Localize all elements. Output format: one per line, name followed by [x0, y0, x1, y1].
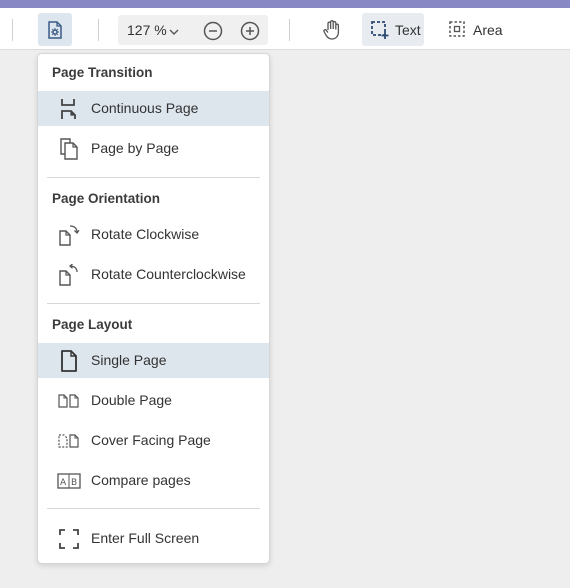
toolbar-divider	[289, 19, 290, 41]
view-settings-menu: Page Transition Continuous Page Page by …	[37, 53, 270, 564]
menu-item-label: Double Page	[91, 392, 172, 408]
svg-text:A: A	[60, 478, 67, 488]
zoom-in-button[interactable]	[240, 21, 260, 41]
menu-item-page-by-page[interactable]: Page by Page	[38, 131, 269, 166]
menu-item-label: Compare pages	[91, 472, 191, 488]
menu-item-label: Continuous Page	[91, 100, 199, 116]
menu-item-label: Single Page	[91, 352, 167, 368]
menu-item-label: Page by Page	[91, 140, 179, 156]
top-accent-bar	[0, 0, 570, 8]
zoom-in-icon	[240, 21, 260, 41]
menu-item-double-page[interactable]: Double Page	[38, 383, 269, 418]
toolbar-divider	[98, 19, 99, 41]
svg-text:B: B	[71, 478, 77, 488]
toolbar-divider	[12, 19, 13, 41]
menu-divider	[47, 177, 260, 178]
double-page-icon	[57, 389, 81, 413]
zoom-out-button[interactable]	[203, 21, 223, 41]
compare-pages-icon: A B	[57, 469, 81, 493]
pan-tool-button[interactable]	[319, 17, 345, 43]
menu-divider	[47, 303, 260, 304]
hand-icon	[321, 19, 343, 41]
continuous-page-icon	[57, 97, 81, 121]
toolbar: 127 % Text Area	[0, 8, 570, 50]
area-select-button[interactable]: Area	[440, 13, 504, 46]
area-select-icon	[448, 20, 468, 40]
menu-item-cover-facing-page[interactable]: Cover Facing Page	[38, 423, 269, 458]
section-header-page-layout: Page Layout	[52, 317, 133, 332]
rotate-counterclockwise-icon	[57, 263, 81, 287]
cover-facing-page-icon	[57, 429, 81, 453]
menu-item-label: Cover Facing Page	[91, 432, 211, 448]
section-header-page-transition: Page Transition	[52, 65, 153, 80]
text-select-label: Text	[395, 21, 421, 38]
zoom-value: 127 %	[127, 22, 167, 38]
menu-item-rotate-clockwise[interactable]: Rotate Clockwise	[38, 217, 269, 252]
area-select-label: Area	[473, 21, 503, 38]
menu-item-continuous-page[interactable]: Continuous Page	[38, 91, 269, 126]
menu-divider	[47, 508, 260, 509]
menu-item-label: Rotate Counterclockwise	[91, 266, 246, 282]
chevron-down-icon	[169, 24, 179, 42]
menu-item-rotate-counterclockwise[interactable]: Rotate Counterclockwise	[38, 257, 269, 292]
page-by-page-icon	[57, 137, 81, 161]
rotate-clockwise-icon	[57, 223, 81, 247]
menu-item-compare-pages[interactable]: A B Compare pages	[38, 463, 269, 498]
single-page-icon	[57, 349, 81, 373]
text-select-button[interactable]: Text	[362, 13, 424, 46]
zoom-out-icon	[203, 21, 223, 41]
fullscreen-icon	[57, 527, 81, 551]
text-select-icon	[370, 20, 390, 40]
view-settings-button[interactable]	[38, 13, 72, 46]
document-settings-icon	[47, 20, 63, 39]
section-header-page-orientation: Page Orientation	[52, 191, 161, 206]
menu-item-enter-full-screen[interactable]: Enter Full Screen	[38, 521, 269, 556]
menu-item-label: Rotate Clockwise	[91, 226, 200, 242]
menu-item-single-page[interactable]: Single Page	[38, 343, 269, 378]
menu-item-label: Enter Full Screen	[91, 530, 200, 546]
